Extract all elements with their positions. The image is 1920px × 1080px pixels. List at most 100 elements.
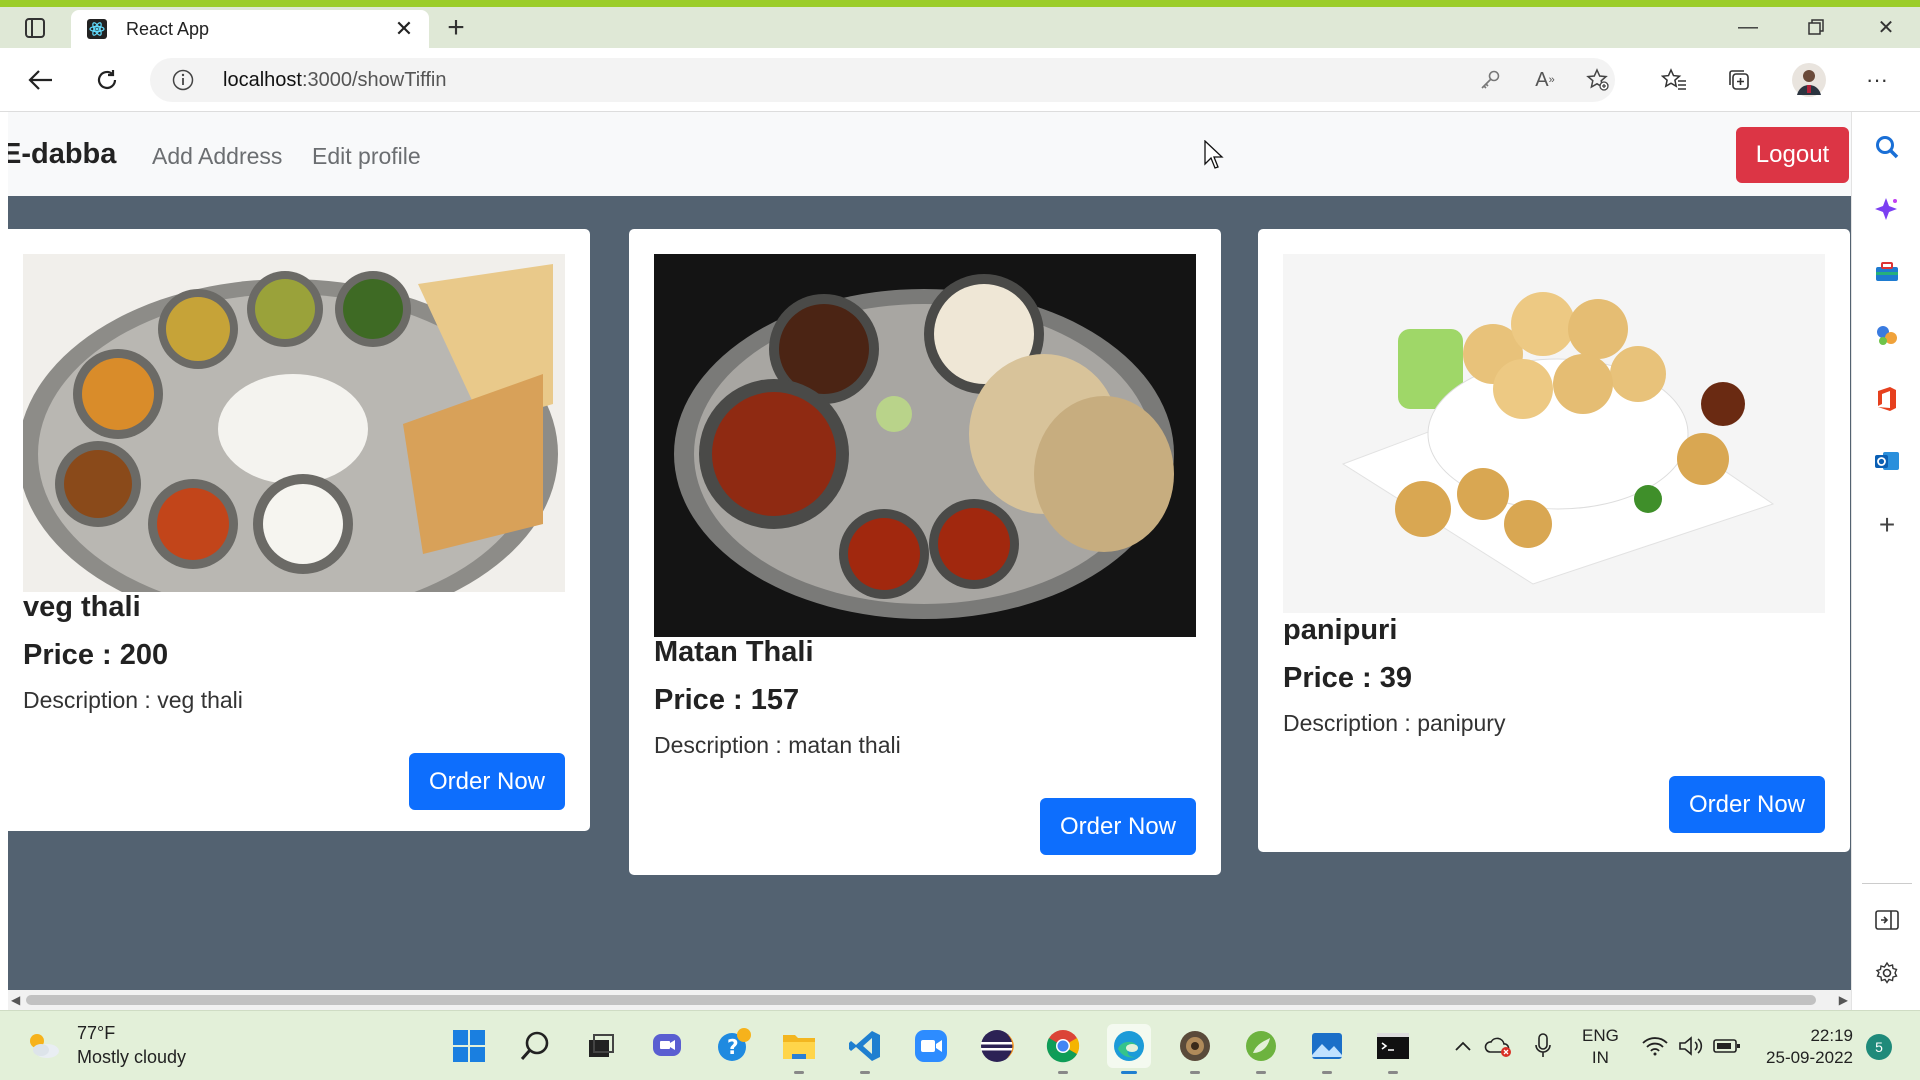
url-text: localhost:3000/showTiffin	[223, 69, 446, 92]
refresh-icon[interactable]	[88, 62, 126, 98]
weather-widget[interactable]: 77°F Mostly cloudy	[25, 1023, 225, 1071]
microphone-icon[interactable]	[1528, 1031, 1558, 1061]
discover-icon[interactable]	[1872, 194, 1902, 224]
nav-edit-profile[interactable]: Edit profile	[312, 143, 421, 170]
teams-chat-icon[interactable]	[645, 1024, 689, 1068]
url-path: :3000/showTiffin	[301, 69, 447, 91]
eclipse-icon[interactable]	[975, 1024, 1019, 1068]
order-now-button[interactable]: Order Now	[1669, 776, 1825, 833]
vscode-icon[interactable]	[843, 1024, 887, 1074]
edge-icon[interactable]	[1107, 1024, 1151, 1074]
show-hidden-icons-icon[interactable]	[1448, 1031, 1478, 1061]
system-clock[interactable]: 22:19 25-09-2022	[1755, 1025, 1853, 1069]
wifi-icon[interactable]	[1640, 1031, 1670, 1061]
add-favorite-icon[interactable]	[1583, 66, 1613, 94]
edge-sidebar: +	[1851, 112, 1920, 1010]
react-favicon-icon	[87, 19, 107, 39]
outlook-icon[interactable]	[1872, 446, 1902, 476]
tiffin-price: Price : 39	[1283, 662, 1412, 694]
tiffin-name: veg thali	[23, 591, 141, 623]
gear-app-icon[interactable]	[1173, 1024, 1217, 1074]
running-indicator	[1058, 1071, 1068, 1074]
chrome-icon[interactable]	[1041, 1024, 1085, 1074]
sidebar-divider	[1862, 883, 1912, 884]
browser-window: React App ✕ + — ✕ localhost:3000/showTif…	[0, 7, 1920, 1010]
clock-time: 22:19	[1810, 1026, 1853, 1045]
restore-icon[interactable]	[1790, 11, 1842, 43]
browser-tab[interactable]: React App ✕	[71, 10, 429, 48]
weather-temp: 77°F	[77, 1023, 116, 1043]
veg-thali-image	[23, 254, 565, 592]
region-code: IN	[1591, 1048, 1609, 1067]
running-indicator	[1256, 1071, 1266, 1074]
app-navbar: E-dabba Add Address Edit profile Logout	[8, 112, 1851, 196]
task-view-icon[interactable]	[579, 1024, 623, 1068]
nav-add-address[interactable]: Add Address	[152, 143, 282, 170]
tiffin-card: Matan Thali Price : 157 Description : ma…	[629, 229, 1221, 875]
hide-sidebar-icon[interactable]	[1872, 905, 1902, 935]
settings-gear-icon[interactable]	[1872, 958, 1902, 988]
taskbar-search-icon[interactable]	[513, 1024, 557, 1068]
url-bar[interactable]: localhost:3000/showTiffin A»	[150, 58, 1615, 102]
active-indicator	[1121, 1071, 1137, 1074]
photos-icon[interactable]	[1305, 1024, 1349, 1074]
file-explorer-icon[interactable]	[777, 1024, 821, 1074]
logout-button[interactable]: Logout	[1736, 127, 1849, 183]
key-icon[interactable]	[1475, 66, 1505, 94]
profile-avatar[interactable]	[1790, 62, 1828, 98]
panipuri-image	[1283, 254, 1825, 613]
language-indicator[interactable]: ENG IN	[1582, 1025, 1619, 1069]
close-tab-icon[interactable]: ✕	[391, 16, 417, 42]
spring-tools-icon[interactable]	[1239, 1024, 1283, 1074]
start-windows-icon[interactable]	[447, 1024, 491, 1068]
horizontal-scrollbar[interactable]: ◀ ▶	[8, 990, 1851, 1010]
new-tab-icon[interactable]: +	[440, 11, 472, 44]
notification-badge[interactable]: 5	[1866, 1034, 1892, 1060]
zoom-icon[interactable]	[909, 1024, 953, 1068]
windows-taskbar: 77°F Mostly cloudy ? ENG IN 22:19 25-09-…	[0, 1010, 1920, 1080]
collections-icon[interactable]	[1720, 62, 1758, 98]
add-sidebar-app-icon[interactable]: +	[1872, 509, 1902, 540]
scroll-left-icon[interactable]: ◀	[11, 993, 20, 1007]
get-help-icon[interactable]: ?	[712, 1024, 756, 1068]
games-icon[interactable]	[1872, 320, 1902, 350]
back-icon[interactable]	[22, 62, 60, 98]
svg-text:?: ?	[727, 1035, 739, 1059]
scroll-thumb[interactable]	[26, 995, 1816, 1005]
tiffin-description: Description : veg thali	[23, 687, 243, 713]
partly-cloudy-icon	[25, 1029, 61, 1066]
battery-icon[interactable]	[1712, 1031, 1742, 1061]
office-icon[interactable]	[1872, 384, 1902, 414]
tiffin-card: panipuri Price : 39 Description : panipu…	[1258, 229, 1850, 852]
volume-icon[interactable]	[1676, 1031, 1706, 1061]
page-viewport: E-dabba Add Address Edit profile Logout	[8, 112, 1851, 990]
search-icon[interactable]	[1872, 132, 1902, 162]
order-now-button[interactable]: Order Now	[1040, 798, 1196, 855]
scroll-right-icon[interactable]: ▶	[1839, 993, 1848, 1007]
tools-icon[interactable]	[1872, 257, 1902, 287]
terminal-icon[interactable]	[1371, 1024, 1415, 1074]
tab-title: React App	[126, 19, 210, 39]
weather-condition: Mostly cloudy	[77, 1047, 187, 1067]
onedrive-icon[interactable]	[1483, 1031, 1513, 1061]
running-indicator	[1190, 1071, 1200, 1074]
favorites-icon[interactable]	[1655, 62, 1693, 98]
tiffin-description: Description : matan thali	[654, 732, 901, 758]
running-indicator	[1322, 1071, 1332, 1074]
tab-actions-icon[interactable]	[16, 13, 54, 43]
clock-date: 25-09-2022	[1766, 1048, 1853, 1067]
minimize-icon[interactable]: —	[1722, 11, 1774, 43]
url-host: localhost	[223, 69, 302, 91]
running-indicator	[860, 1071, 870, 1074]
tiffin-price: Price : 200	[23, 639, 169, 671]
close-window-icon[interactable]: ✕	[1860, 11, 1912, 43]
order-now-button[interactable]: Order Now	[409, 753, 565, 810]
more-options-icon[interactable]: ···	[1858, 62, 1896, 98]
running-indicator	[1388, 1071, 1398, 1074]
tiffin-name: panipuri	[1283, 614, 1398, 646]
tiffin-name: Matan Thali	[654, 636, 814, 668]
site-info-icon[interactable]	[172, 69, 194, 91]
read-aloud-icon[interactable]: A»	[1530, 66, 1560, 94]
mouse-cursor-icon	[1204, 139, 1224, 175]
brand-logo[interactable]: E-dabba	[8, 138, 116, 171]
